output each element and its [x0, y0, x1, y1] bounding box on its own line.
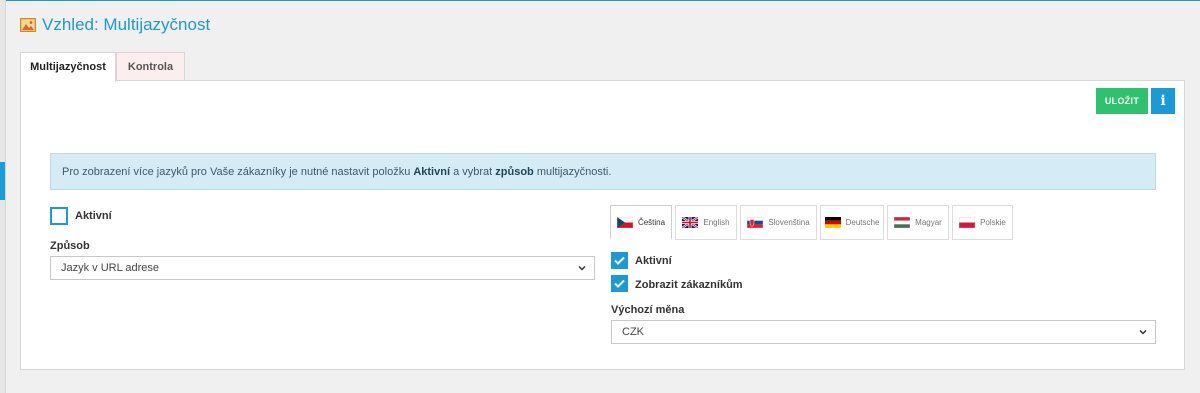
save-button[interactable]: ULOŽIT	[1096, 88, 1148, 114]
info-button[interactable]: i	[1151, 88, 1175, 114]
currency-select-value: CZK	[622, 326, 644, 338]
lang-tab-english[interactable]: English	[675, 205, 737, 240]
sidebar-active-indicator	[0, 162, 5, 200]
tab-bar: Multijazyčnost Kontrola	[20, 52, 185, 82]
flag-uk-icon	[682, 217, 699, 228]
method-label: Způsob	[50, 240, 90, 252]
left-sidebar-strip	[0, 0, 6, 393]
flag-de-icon	[824, 217, 841, 228]
flag-sk-icon	[747, 217, 764, 228]
currency-select[interactable]: CZK	[611, 320, 1156, 344]
tab-kontrola[interactable]: Kontrola	[116, 52, 185, 80]
lang-label: Čeština	[637, 217, 666, 227]
page-title: Vzhled: Multijazyčnost	[20, 14, 210, 36]
currency-label: Výchozí měna	[611, 304, 685, 316]
flag-pl-icon	[959, 217, 976, 228]
lang-tab-deutsche[interactable]: Deutsche	[820, 205, 884, 240]
alert-text-before: Pro zobrazení více jazyků pro Vaše zákaz…	[62, 165, 411, 178]
top-accent-line	[0, 0, 1200, 1]
method-select[interactable]: Jazyk v URL adrese	[50, 256, 595, 280]
checkmark-icon	[614, 279, 625, 288]
info-alert: Pro zobrazení více jazyků pro Vaše zákaz…	[50, 153, 1156, 190]
show-customers-checkbox[interactable]	[611, 275, 628, 292]
lang-tab-cestina[interactable]: Čeština	[610, 205, 672, 240]
image-icon	[20, 18, 36, 32]
info-icon: i	[1160, 93, 1166, 109]
chevron-down-icon	[578, 265, 586, 271]
lang-label: Polskie	[980, 218, 1006, 227]
flag-cz-icon	[616, 216, 633, 228]
lang-tab-magyar[interactable]: Magyar	[887, 205, 949, 240]
method-select-value: Jazyk v URL adrese	[61, 262, 160, 274]
lang-label: Slovenština	[768, 218, 810, 227]
chevron-down-icon	[1139, 329, 1147, 335]
show-customers-label: Zobrazit zákazníkům	[635, 279, 743, 291]
alert-text-after: multijazyčnosti.	[533, 165, 612, 178]
lang-label: Deutsche	[845, 218, 880, 227]
alert-bold-active: Aktivní	[413, 165, 451, 178]
language-tabs: Čeština English Slovenština Deutsche Mag…	[610, 205, 1013, 240]
lang-tab-slovenstina[interactable]: Slovenština	[740, 205, 817, 240]
page-title-text: Vzhled: Multijazyčnost	[42, 15, 211, 34]
lang-active-checkbox[interactable]	[611, 252, 628, 269]
lang-active-label: Aktivní	[635, 255, 672, 267]
lang-label: English	[703, 218, 730, 227]
alert-bold-method: způsob	[495, 165, 534, 178]
tab-multijazycnost[interactable]: Multijazyčnost	[20, 52, 116, 82]
flag-hu-icon	[894, 217, 911, 228]
lang-label: Magyar	[915, 218, 942, 227]
alert-text-middle: a vybrat	[450, 165, 496, 178]
lang-tab-polskie[interactable]: Polskie	[952, 205, 1013, 240]
checkmark-icon	[614, 256, 625, 265]
active-label: Aktivní	[75, 210, 112, 222]
active-checkbox[interactable]	[50, 207, 68, 225]
